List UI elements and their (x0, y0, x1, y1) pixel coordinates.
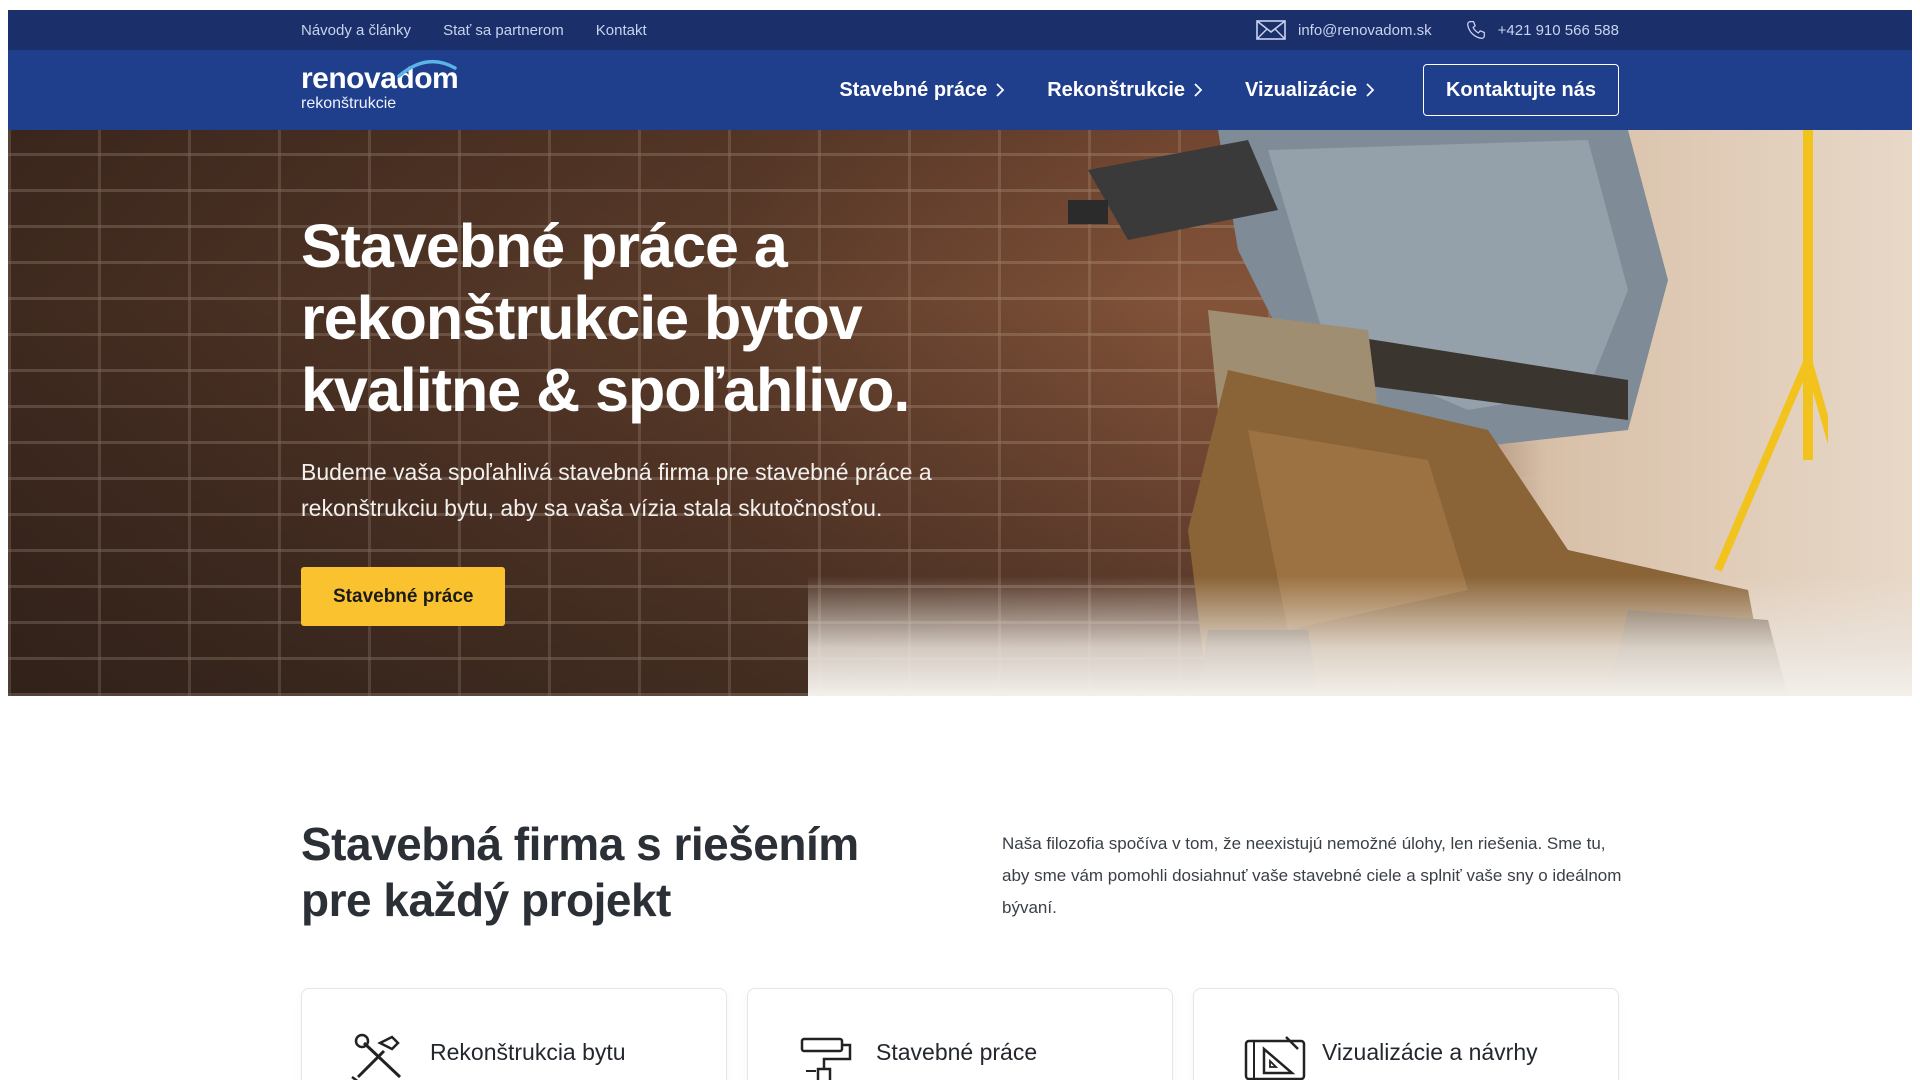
nav-item-label: Rekonštrukcie (1047, 78, 1186, 101)
top-bar: Návody a články Stať sa partnerom Kontak… (8, 10, 1912, 50)
phone-text: +421 910 566 588 (1497, 21, 1619, 39)
service-card-stavebne[interactable]: Stavebné práce (747, 988, 1173, 1080)
logo-name: renovadom (301, 59, 459, 94)
top-link-navody[interactable]: Návody a články (301, 22, 411, 39)
nav-item-stavebne-prace[interactable]: Stavebné práce (839, 79, 1005, 102)
mail-icon (1256, 20, 1286, 40)
hero-title: Stavebné práce a rekonštrukcie bytov kva… (301, 212, 910, 424)
service-cards: Rekonštrukcia bytu Stavebné práce Vizual… (301, 988, 1619, 1080)
service-card-vizualizacie[interactable]: Vizualizácie a návrhy (1193, 988, 1619, 1080)
chevron-right-icon (1366, 83, 1375, 97)
hero-text: Budeme vaša spoľahlivá stavebná firma pr… (301, 459, 932, 521)
top-links: Návody a články Stať sa partnerom Kontak… (301, 10, 647, 50)
email-text: info@renovadom.sk (1298, 21, 1432, 39)
section-text: Naša filozofia spočíva v tom, že neexist… (1002, 834, 1622, 917)
chevron-right-icon (1194, 83, 1203, 97)
nav-item-label: Stavebné práce (839, 78, 988, 101)
nav-item-vizualizacie[interactable]: Vizualizácie (1245, 79, 1375, 102)
tools-icon (350, 1033, 410, 1080)
logo[interactable]: renovadom rekonštrukcie (301, 59, 459, 114)
top-contact: info@renovadom.sk +421 910 566 588 (1256, 10, 1619, 50)
email-link[interactable]: info@renovadom.sk (1256, 20, 1432, 40)
main-navbar: renovadom rekonštrukcie Stavebné práce R… (8, 50, 1912, 130)
nav-item-rekonstrukcie[interactable]: Rekonštrukcie (1047, 79, 1203, 102)
service-card-title: Rekonštrukcia bytu (430, 1039, 626, 1065)
paint-roller-icon (796, 1033, 856, 1080)
logo-sub: rekonštrukcie (301, 95, 397, 112)
service-card-title: Stavebné práce (876, 1039, 1038, 1065)
chevron-right-icon (996, 83, 1005, 97)
blueprint-icon (1242, 1033, 1308, 1080)
contact-us-button[interactable]: Kontaktujte nás (1422, 64, 1619, 116)
nav-item-label: Vizualizácie (1245, 78, 1357, 101)
hero-content: Stavebné práce a rekonštrukcie bytov kva… (301, 210, 1001, 626)
logo-roof-icon (397, 59, 457, 78)
service-card-rekonstrukcia[interactable]: Rekonštrukcia bytu (301, 988, 727, 1080)
phone-link[interactable]: +421 910 566 588 (1466, 20, 1619, 40)
page: Návody a články Stať sa partnerom Kontak… (8, 10, 1912, 1080)
top-link-partner[interactable]: Stať sa partnerom (443, 22, 564, 39)
service-card-title: Vizualizácie a návrhy (1322, 1039, 1538, 1065)
section-title: Stavebná firma s riešením pre každý proj… (301, 818, 859, 926)
hero-cta-button[interactable]: Stavebné práce (301, 567, 506, 626)
phone-icon (1466, 20, 1486, 40)
hero: Stavebné práce a rekonštrukcie bytov kva… (8, 130, 1912, 696)
top-link-kontakt[interactable]: Kontakt (596, 22, 647, 39)
main-nav: Stavebné práce Rekonštrukcie Vizualizáci… (839, 50, 1619, 130)
